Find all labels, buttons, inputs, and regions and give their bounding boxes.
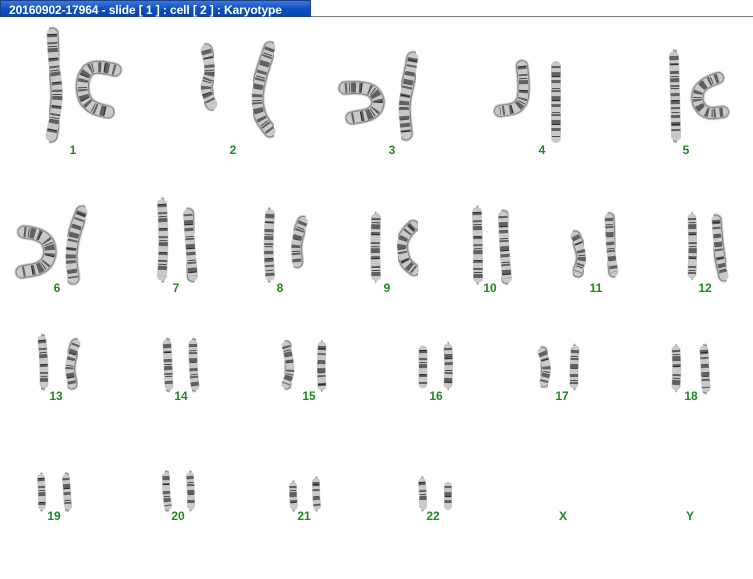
karyotype-panel: 1 2 3 4 56 7 8 9 10 11 1213 14 15 16 17 1819 20 21 22 X Y (15, 27, 730, 523)
chromosome-pair-14[interactable]: 14 (161, 338, 201, 403)
chromosome-label: 18 (684, 389, 698, 403)
chromosome-pair-12[interactable]: 12 (686, 212, 730, 295)
chromosome-pair-6[interactable]: 6 (15, 205, 89, 295)
chromosome-pair-11[interactable]: 11 (569, 212, 620, 295)
chromosome-label: 22 (426, 509, 440, 523)
chromosome-label: 1 (70, 143, 77, 157)
chromosome-pair-x[interactable]: X (559, 509, 567, 523)
chromosome-label: 20 (171, 509, 185, 523)
chromosome-label: 19 (47, 509, 61, 523)
chromosome-pair-9[interactable]: 9 (369, 211, 421, 295)
chromosome-pair-20[interactable]: 20 (160, 470, 197, 523)
chromosome-pair-10[interactable]: 10 (470, 205, 514, 295)
chromosome-pair-13[interactable]: 13 (36, 334, 82, 403)
chromosome-pair-8[interactable]: 8 (262, 207, 310, 295)
chromosome-label: 10 (483, 281, 497, 295)
chromosome-label: 6 (54, 281, 61, 295)
chromosome-label: 15 (302, 389, 316, 403)
chromosome-pair-1[interactable]: 1 (44, 27, 122, 157)
chromosome-label: 2 (230, 143, 237, 157)
chromosome-pair-17[interactable]: 17 (536, 344, 581, 403)
chromosome-pair-22[interactable]: 22 (416, 476, 454, 523)
chromosome-label: 13 (49, 389, 63, 403)
chromosome-pair-15[interactable]: 15 (280, 340, 328, 403)
chromosome-label: 17 (555, 389, 569, 403)
chromosome-pair-4[interactable]: 4 (493, 59, 563, 157)
chromosome-pair-19[interactable]: 19 (35, 472, 74, 523)
chromosome-pair-3[interactable]: 3 (338, 51, 420, 157)
chromosome-label: 9 (384, 281, 391, 295)
chromosome-label: 16 (429, 389, 443, 403)
chromosome-label: 12 (698, 281, 712, 295)
chromosome-pair-16[interactable]: 16 (417, 342, 455, 403)
chromosome-pair-7[interactable]: 7 (155, 197, 200, 295)
chromosome-label: X (559, 509, 567, 523)
chromosome-label: 11 (590, 281, 603, 295)
chromosome-pair-y[interactable]: Y (686, 509, 694, 523)
chromosome-label: 3 (389, 143, 396, 157)
chromosome-label: 4 (539, 143, 546, 157)
chromosome-label: 14 (174, 389, 188, 403)
chromosome-pair-18[interactable]: 18 (670, 344, 712, 403)
chromosome-pair-2[interactable]: 2 (199, 41, 277, 157)
chromosome-label: 5 (683, 143, 690, 157)
chromosome-label: 7 (173, 281, 180, 295)
chromosome-label: 21 (297, 509, 311, 523)
chromosome-label: 8 (277, 281, 284, 295)
chromosome-pair-21[interactable]: 21 (287, 476, 323, 523)
chromosome-pair-5[interactable]: 5 (667, 49, 730, 157)
chromosome-label: Y (686, 509, 694, 523)
